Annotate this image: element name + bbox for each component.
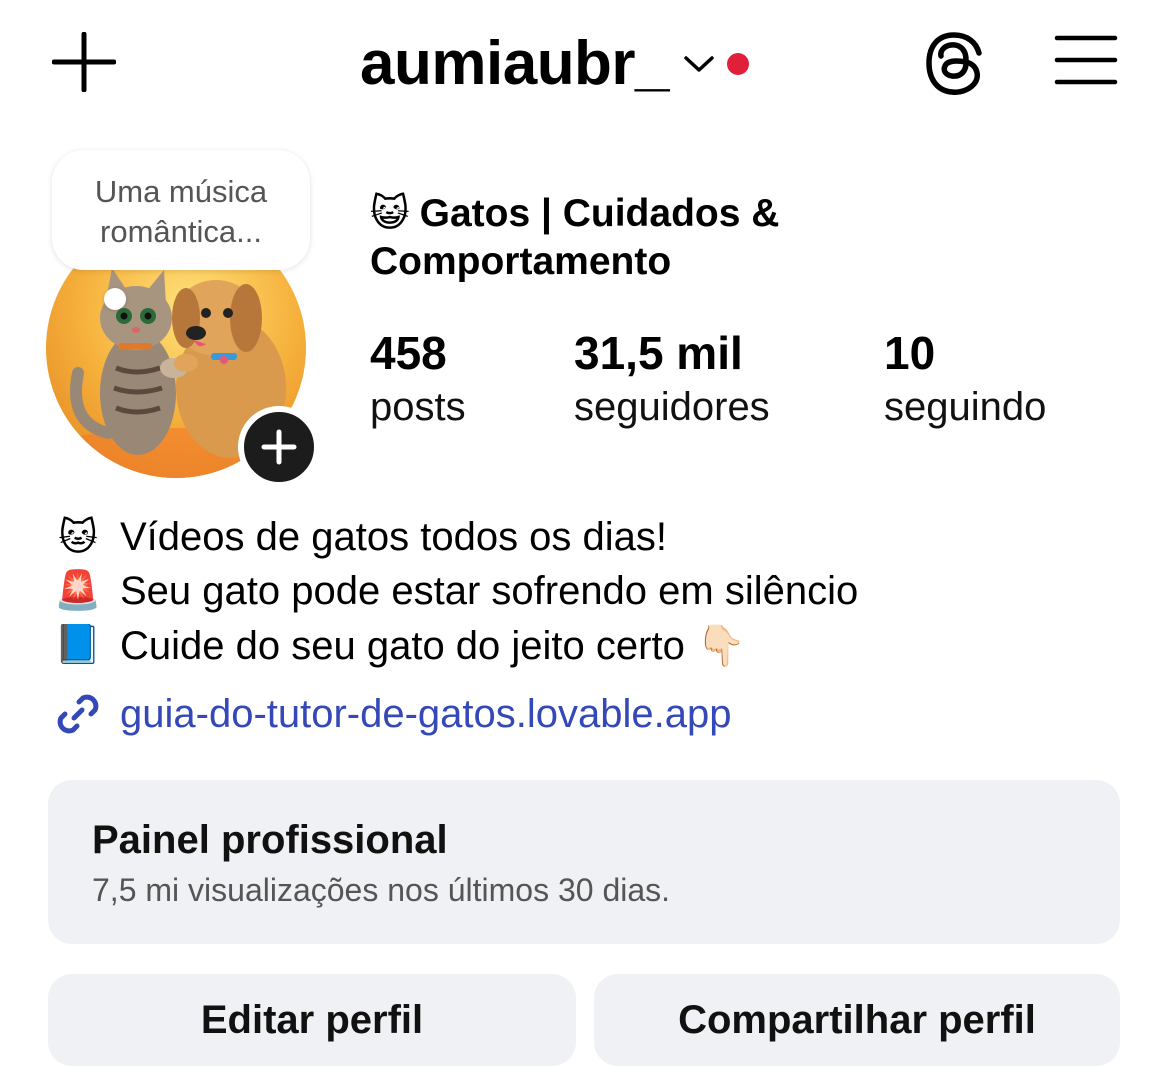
edit-profile-button[interactable]: Editar perfil <box>48 974 576 1066</box>
bio-line-text: Vídeos de gatos todos os dias! <box>120 514 668 559</box>
link-icon <box>57 694 99 734</box>
professional-dashboard-subtitle: 7,5 mi visualizações nos últimos 30 dias… <box>92 872 671 908</box>
cat-face-emoji-icon: 🐱 <box>58 516 98 559</box>
stat-following[interactable]: 10 seguindo <box>884 326 1046 434</box>
bio-line-text: Seu gato pode estar sofrendo em silêncio <box>120 568 859 613</box>
account-switcher[interactable]: aumiaubr_ <box>360 24 750 104</box>
profile-note-bubble[interactable]: Uma música romântica... <box>52 150 310 270</box>
smiling-cat-emoji-icon: 😺 <box>370 193 410 235</box>
notification-dot <box>727 53 750 75</box>
profile-bio: 🐱 Vídeos de gatos todos os dias! 🚨 Seu g… <box>52 510 1132 672</box>
siren-emoji-icon: 🚨 <box>54 570 102 612</box>
profile-display-name: 😺 Gatos | Cuidados & Comportamento <box>370 190 870 286</box>
menu-button[interactable] <box>1054 34 1118 86</box>
add-story-button[interactable] <box>238 406 320 488</box>
bio-line: 🚨 Seu gato pode estar sofrendo em silênc… <box>52 564 1132 618</box>
chevron-down-icon <box>684 56 714 72</box>
professional-dashboard-title: Painel profissional <box>92 818 448 862</box>
note-bubble-tail <box>104 288 126 310</box>
plus-icon <box>51 31 117 93</box>
plus-icon <box>261 429 297 465</box>
bio-line-text: Cuide do seu gato do jeito certo 👇🏻 <box>120 623 746 668</box>
blue-book-emoji-icon: 📘 <box>54 624 102 666</box>
bio-line: 🐱 Vídeos de gatos todos os dias! <box>52 510 1132 564</box>
username: aumiaubr_ <box>360 29 670 98</box>
stat-followers-label: seguidores <box>574 385 770 429</box>
stat-posts-label: posts <box>370 385 466 429</box>
stat-following-value: 10 <box>884 327 936 379</box>
create-button[interactable] <box>51 31 117 93</box>
stat-posts-value: 458 <box>370 327 447 379</box>
stat-followers-value: 31,5 mil <box>574 327 743 379</box>
threads-button[interactable] <box>922 30 986 96</box>
bio-link[interactable]: guia-do-tutor-de-gatos.lovable.app <box>52 686 732 742</box>
hamburger-menu-icon <box>1054 35 1118 85</box>
stat-following-label: seguindo <box>884 385 1047 429</box>
bio-line: 📘 Cuide do seu gato do jeito certo 👇🏻 <box>52 618 1132 672</box>
note-line-1: Uma música <box>94 174 268 209</box>
stat-followers[interactable]: 31,5 mil seguidores <box>574 326 770 434</box>
stat-posts[interactable]: 458 posts <box>370 326 466 434</box>
note-line-2: romântica... <box>100 214 262 249</box>
threads-icon <box>926 32 982 95</box>
share-profile-button[interactable]: Compartilhar perfil <box>594 974 1120 1066</box>
bio-link-text: guia-do-tutor-de-gatos.lovable.app <box>120 691 732 736</box>
professional-dashboard-card[interactable]: Painel profissional 7,5 mi visualizações… <box>48 780 1120 944</box>
display-name-text: Gatos | Cuidados & Comportamento <box>370 192 780 283</box>
